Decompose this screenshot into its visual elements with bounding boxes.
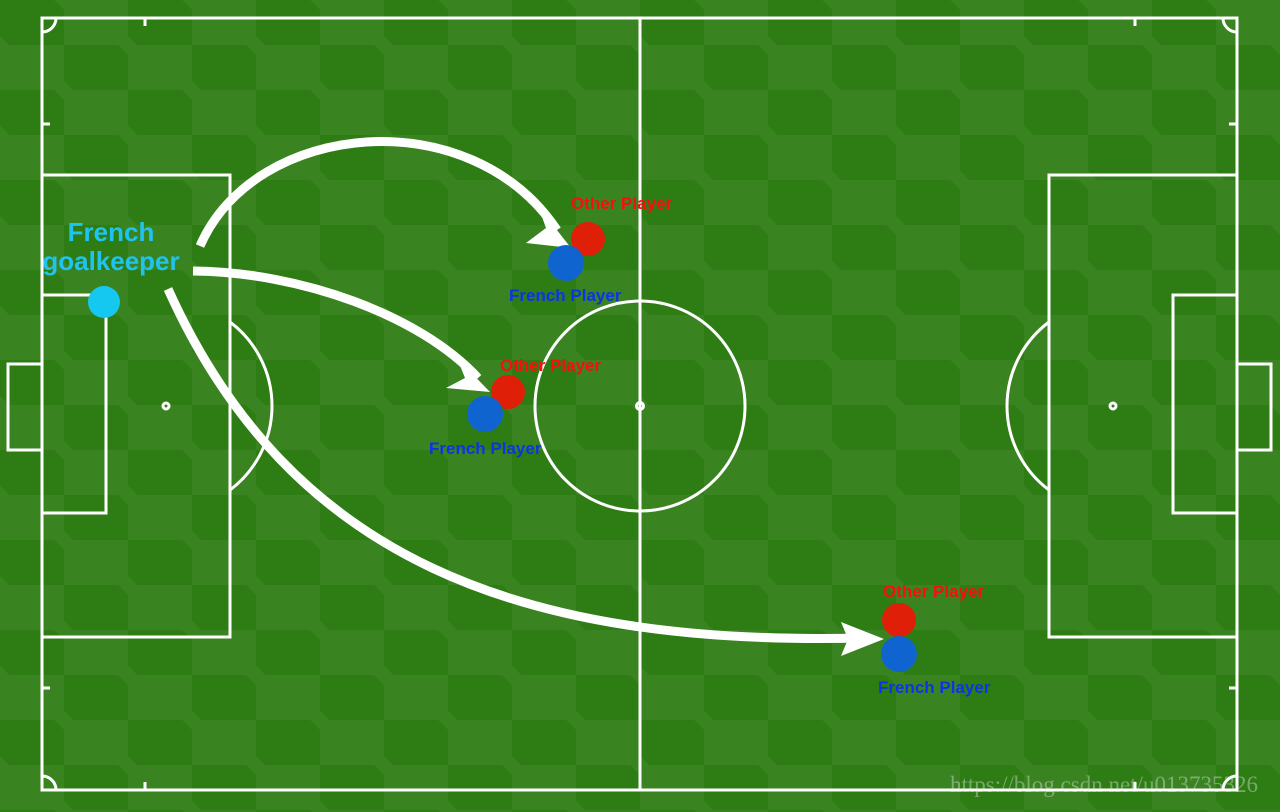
pass-arrow-lofted-top [195, 137, 561, 248]
soccer-pitch-diagram: French goalkeeper Other Player French Pla… [0, 0, 1280, 812]
pass-arrows [163, 137, 884, 656]
pass-arrow-curved-middle [192, 266, 482, 382]
pass-arrow-long-bottom [163, 287, 863, 643]
watermark-url: https://blog.csdn.net/u013735326 [950, 772, 1258, 797]
